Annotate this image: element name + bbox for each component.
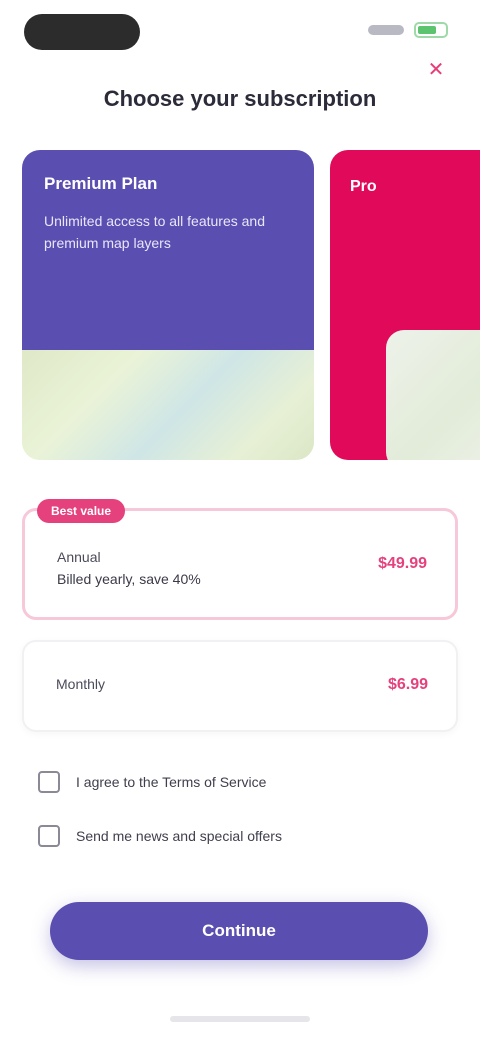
newsletter-checkbox[interactable] — [38, 825, 60, 847]
checkbox-label: I agree to the Terms of Service — [76, 774, 267, 790]
home-indicator — [170, 1016, 310, 1022]
close-icon[interactable]: ✕ — [418, 58, 454, 82]
signal-icon — [368, 25, 404, 35]
plan-carousel[interactable]: Premium Plan Unlimited access to all fea… — [0, 150, 480, 470]
battery-icon — [414, 22, 448, 38]
card-title: Premium Plan — [44, 174, 158, 193]
plan-option-monthly[interactable]: Monthly $6.99 — [22, 640, 458, 732]
best-value-badge: Best value — [37, 499, 126, 523]
status-right — [368, 22, 448, 38]
page-title: Choose your subscription — [103, 86, 377, 111]
option-label: Monthly — [56, 676, 106, 692]
terms-checkbox[interactable] — [38, 771, 60, 793]
newsletter-checkbox-row[interactable]: Send me news and special offers — [38, 822, 448, 850]
plan-card-pro[interactable]: Pro — [330, 150, 480, 460]
terms-checkbox-row[interactable]: I agree to the Terms of Service — [38, 768, 448, 796]
option-price: $49.99 — [378, 555, 427, 572]
continue-button[interactable]: Continue — [50, 902, 428, 960]
checkbox-label: Send me news and special offers — [76, 828, 282, 844]
status-bar — [0, 0, 480, 60]
map-preview — [386, 330, 480, 460]
plan-option-annual[interactable]: Best value Annual Billed yearly, save 40… — [22, 499, 458, 620]
option-subtitle: Billed yearly, save 40% — [57, 571, 201, 587]
card-description: Unlimited access to all features and pre… — [44, 213, 265, 251]
card-title: Pro — [350, 178, 377, 195]
map-preview — [22, 350, 314, 460]
status-time-pill — [24, 14, 140, 50]
option-label: Annual — [57, 549, 101, 565]
plan-card-premium[interactable]: Premium Plan Unlimited access to all fea… — [22, 150, 314, 460]
option-price: $6.99 — [387, 676, 428, 693]
